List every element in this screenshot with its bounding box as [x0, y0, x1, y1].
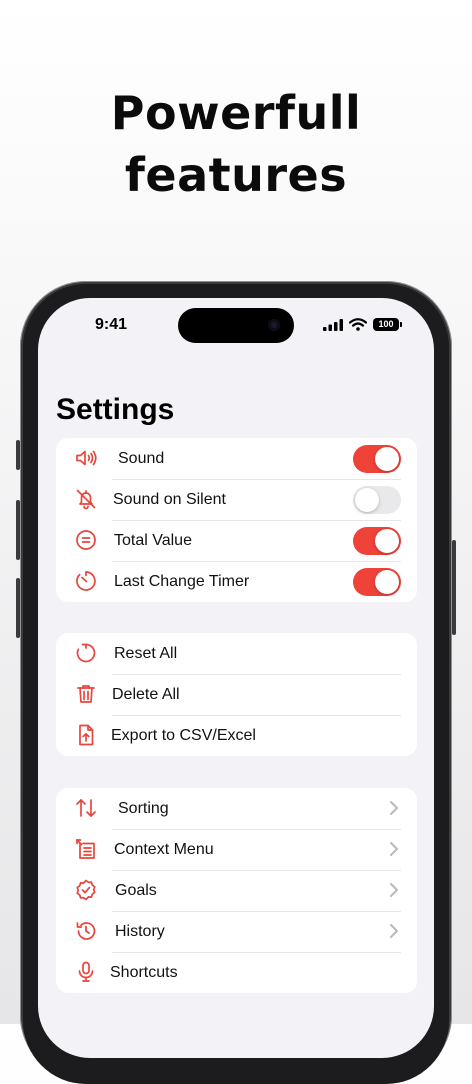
setting-label: Sound on Silent [113, 491, 226, 508]
power-button [452, 540, 456, 635]
battery-icon: 100 [373, 318, 402, 331]
chevron-right-icon [387, 923, 401, 939]
actions-group: Reset All Delete All Export to CSV/Excel [56, 633, 417, 756]
headline-line-1: Powerfull [110, 86, 362, 140]
sound-toggle[interactable] [353, 445, 401, 473]
setting-label: Last Change Timer [114, 573, 250, 590]
page-title: Settings [56, 393, 175, 426]
chevron-right-icon [387, 882, 401, 898]
reset-icon [74, 641, 98, 665]
nav-row-shortcuts[interactable]: Shortcuts [56, 952, 417, 993]
toggle-knob [375, 447, 399, 471]
context-menu-icon [74, 837, 98, 861]
checkmark-seal-icon [74, 878, 98, 902]
chevron-right-icon [387, 800, 401, 816]
setting-row-sound-on-silent[interactable]: Sound on Silent [56, 479, 417, 520]
nav-row-sorting[interactable]: Sorting [56, 788, 417, 829]
volume-up-button [16, 500, 20, 560]
speaker-icon [74, 446, 98, 470]
history-icon [74, 919, 98, 943]
microphone-icon [74, 960, 98, 984]
cellular-signal-icon [323, 318, 343, 331]
nav-label: History [115, 923, 165, 940]
battery-level: 100 [378, 319, 394, 329]
sound-on-silent-toggle[interactable] [353, 486, 401, 514]
chevron-right-icon [387, 841, 401, 857]
action-button [16, 440, 20, 470]
toggle-knob [355, 488, 379, 512]
action-row-delete-all[interactable]: Delete All [56, 674, 417, 715]
nav-row-history[interactable]: History [56, 911, 417, 952]
timer-icon [74, 569, 98, 593]
action-label: Reset All [114, 645, 178, 662]
phone-screen: 9:41 100 Settings Sound Sound on Silent … [38, 298, 434, 1058]
toggle-knob [375, 570, 399, 594]
status-icons: 100 [323, 318, 402, 331]
action-label: Delete All [112, 686, 180, 703]
nav-row-context-menu[interactable]: Context Menu [56, 829, 417, 870]
action-label: Export to CSV/Excel [111, 727, 256, 744]
total-value-toggle[interactable] [353, 527, 401, 555]
toggle-knob [375, 529, 399, 553]
equal-circle-icon [74, 528, 98, 552]
nav-row-goals[interactable]: Goals [56, 870, 417, 911]
sort-arrows-icon [74, 796, 98, 820]
volume-down-button [16, 578, 20, 638]
last-change-timer-toggle[interactable] [353, 568, 401, 596]
bell-slash-icon [74, 487, 98, 511]
headline-line-2: features [124, 148, 348, 202]
action-row-export[interactable]: Export to CSV/Excel [56, 715, 417, 756]
export-document-icon [74, 723, 98, 747]
setting-row-last-change-timer[interactable]: Last Change Timer [56, 561, 417, 602]
dynamic-island [178, 308, 294, 343]
setting-label: Sound [118, 450, 165, 467]
navigation-group: Sorting Context Menu Goals History Short… [56, 788, 417, 993]
toggles-group: Sound Sound on Silent Total Value Last C… [56, 438, 417, 602]
nav-label: Goals [115, 882, 157, 899]
setting-row-sound[interactable]: Sound [56, 438, 417, 479]
trash-icon [74, 682, 98, 706]
nav-label: Sorting [118, 800, 169, 817]
nav-label: Shortcuts [110, 964, 178, 981]
status-time: 9:41 [95, 316, 128, 333]
camera-icon [268, 319, 280, 331]
action-row-reset-all[interactable]: Reset All [56, 633, 417, 674]
setting-label: Total Value [114, 532, 192, 549]
wifi-icon [349, 318, 367, 331]
marketing-headline: Powerfull features [0, 82, 472, 206]
setting-row-total-value[interactable]: Total Value [56, 520, 417, 561]
nav-label: Context Menu [114, 841, 214, 858]
